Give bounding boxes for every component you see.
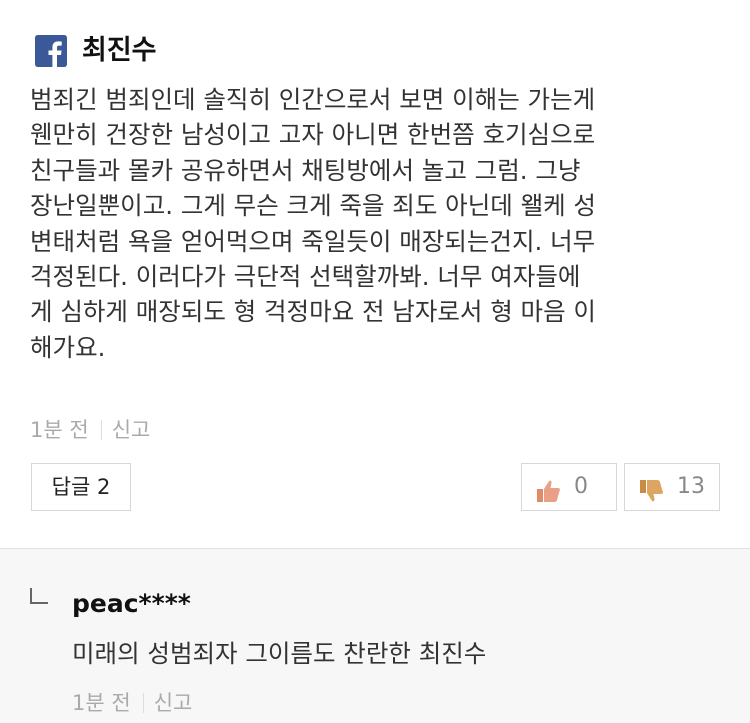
- comment-author[interactable]: 최진수: [82, 32, 157, 70]
- comment-card: 최진수 범죄긴 범죄인데 솔직히 인간으로서 보면 이해는 가는게 웬만히 건장…: [0, 0, 750, 548]
- meta-divider: [142, 693, 144, 713]
- comment-line: 걱정된다. 이러다가 극단적 선택할까봐. 너무 여자들에: [30, 262, 581, 292]
- report-link[interactable]: 신고: [112, 418, 151, 442]
- facebook-icon: [35, 35, 67, 67]
- comment-line: 장난일뿐이고. 그게 무슨 크게 죽을 죄도 아닌데 왤케 성: [30, 191, 596, 221]
- comment-line: 해가요.: [30, 332, 106, 362]
- reply-time: 1분 전: [72, 691, 131, 715]
- reply-author[interactable]: peac****: [72, 586, 191, 622]
- meta-divider: [100, 420, 102, 440]
- comment-line: 범죄긴 범죄인데 솔직히 인간으로서 보면 이해는 가는게: [30, 85, 596, 114]
- like-count: 0: [574, 474, 588, 499]
- comment-body: 범죄긴 범죄인데 솔직히 인간으로서 보면 이해는 가는게 웬만히 건장한 남성…: [30, 82, 730, 365]
- comment-line: 게 심하게 매장되도 형 걱정마요 전 남자로서 형 마음 이: [30, 297, 596, 327]
- comment-line: 웬만히 건장한 남성이고 고자 아니면 한번쯤 호기심으로: [30, 120, 596, 150]
- comment-time: 1분 전: [30, 418, 89, 442]
- thumbs-up-icon: [536, 475, 562, 502]
- like-button[interactable]: 0: [521, 463, 617, 511]
- comment-line: 친구들과 몰카 공유하면서 채팅방에서 놀고 그럼. 그냥: [30, 155, 581, 185]
- comment-line: 변태처럼 욕을 얻어먹으며 죽일듯이 매장되는건지. 너무: [30, 226, 596, 256]
- reply-body: 미래의 성범죄자 그이름도 찬란한 최진수: [72, 639, 487, 668]
- reply-report-link[interactable]: 신고: [154, 691, 193, 715]
- comment-meta: 1분 전 신고: [30, 414, 150, 446]
- reply-toggle-button[interactable]: 답글 2: [31, 463, 131, 511]
- reply-arrow-icon: [30, 588, 48, 604]
- reply-meta: 1분 전 신고: [72, 687, 192, 719]
- thumbs-down-icon: [639, 475, 665, 502]
- dislike-button[interactable]: 13: [624, 463, 720, 511]
- dislike-count: 13: [677, 474, 705, 499]
